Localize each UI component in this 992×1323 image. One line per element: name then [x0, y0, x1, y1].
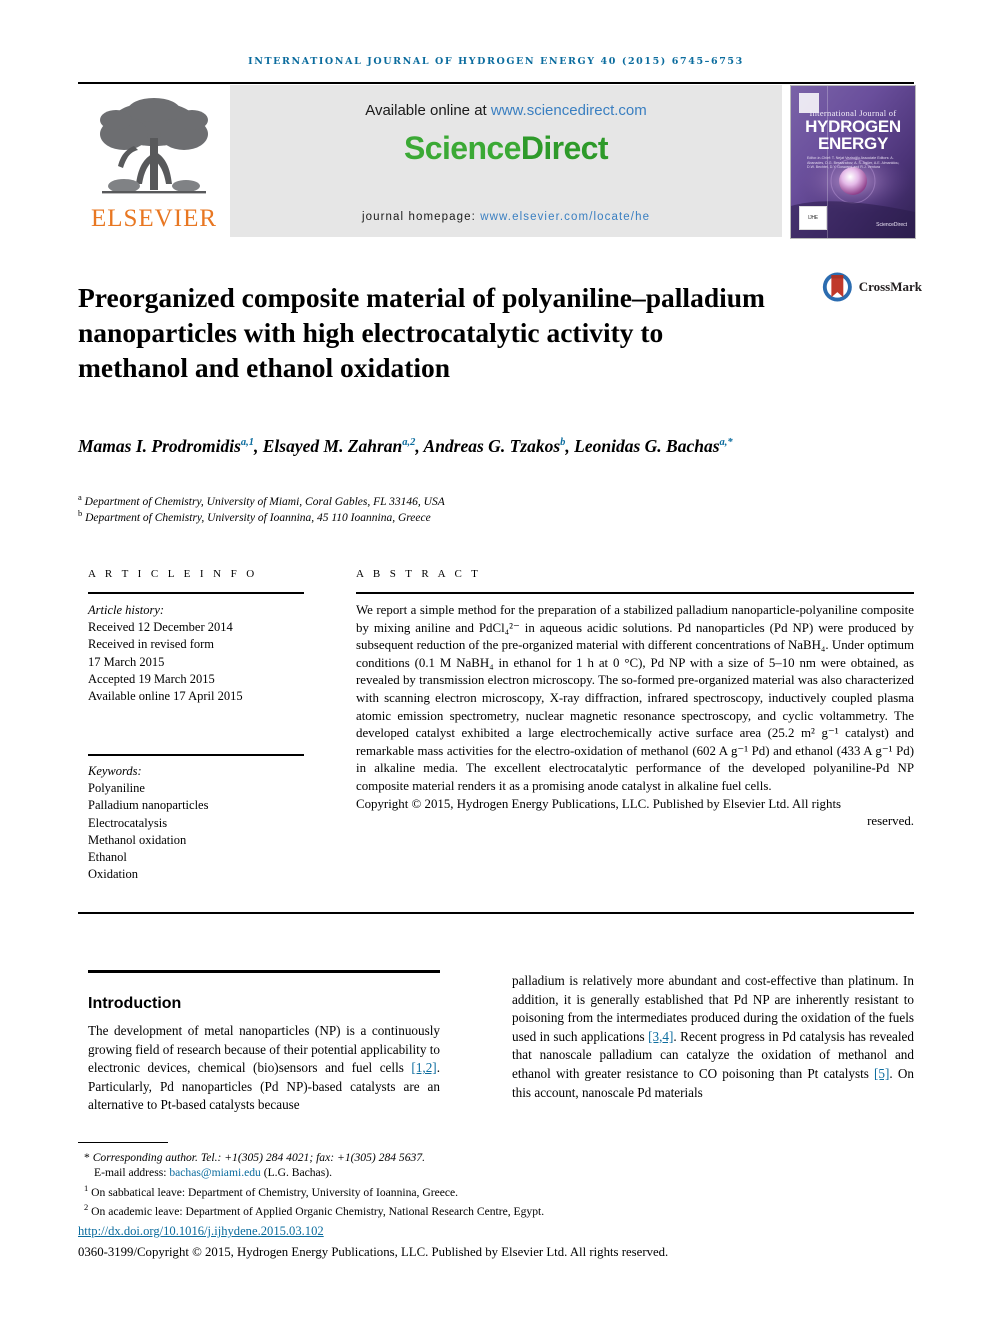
- abstract-heading: A B S T R A C T: [356, 568, 482, 580]
- author-3-name: Andreas G. Tzakos: [423, 435, 561, 456]
- issn-copyright-line: 0360-3199/Copyright © 2015, Hydrogen Ene…: [78, 1245, 669, 1259]
- crossmark-badge[interactable]: CrossMark: [822, 264, 922, 310]
- footnote-2-mark: 2: [84, 1202, 89, 1213]
- sciencedirect-logo[interactable]: ScienceDirect: [404, 130, 608, 167]
- affiliation-b: b Department of Chemistry, University of…: [78, 506, 768, 526]
- corresponding-author-text: Corresponding author. Tel.: +1(305) 284 …: [92, 1151, 426, 1164]
- journal-homepage-link[interactable]: www.elsevier.com/locate/he: [480, 211, 650, 223]
- section-rule: [88, 970, 440, 973]
- author-4: Leonidas G. Bachasa,*: [574, 436, 732, 456]
- available-online-label: Available online at: [365, 102, 491, 119]
- doi-link[interactable]: http://dx.doi.org/10.1016/j.ijhydene.201…: [78, 1224, 324, 1239]
- author-3-sep: ,: [565, 435, 575, 456]
- crossmark-label: CrossMark: [858, 279, 922, 294]
- elsevier-tree-icon: [100, 98, 208, 194]
- cover-title: HYDROGEN ENERGY: [791, 118, 915, 152]
- affiliation-a-mark: a: [78, 492, 82, 502]
- cover-line-energy: ENERGY: [818, 134, 888, 153]
- affiliation-b-text: Department of Chemistry, University of I…: [85, 511, 431, 524]
- footnote-2-text: On academic leave: Department of Applied…: [91, 1204, 545, 1218]
- cover-sciencedirect-mark: ScienceDirect: [876, 222, 907, 228]
- citation-ref-5[interactable]: [5]: [874, 1066, 889, 1081]
- keyword-item: Electrocatalysis: [88, 815, 168, 830]
- intro-column-left: The development of metal nanoparticles (…: [88, 1022, 440, 1115]
- author-2: Elsayed M. Zahrana,2,: [263, 436, 424, 456]
- author-1-sep: ,: [254, 435, 263, 456]
- abstract-copyright: Copyright © 2015, Hydrogen Energy Public…: [356, 796, 842, 811]
- footnote-note-1: 1 On sabbatical leave: Department of Che…: [78, 1181, 938, 1200]
- keywords-label: Keywords:: [88, 764, 142, 778]
- abstract-text: We report a simple method for the prepar…: [356, 603, 914, 793]
- footnote-1-text: On sabbatical leave: Department of Chemi…: [91, 1185, 459, 1199]
- page-title: Preorganized composite material of polya…: [78, 282, 765, 384]
- sciencedirect-band: Available online at www.sciencedirect.co…: [230, 85, 782, 237]
- keyword-item: Palladium nanoparticles: [88, 798, 209, 813]
- cover-ijhe-badge: IJHE: [799, 206, 827, 230]
- footnote-rule: [78, 1142, 168, 1144]
- header-rule: [78, 82, 914, 84]
- keyword-item: Ethanol: [88, 850, 127, 865]
- sciencedirect-logo-science: Science: [404, 130, 521, 166]
- paper-page: International Journal of Hydrogen Energy…: [0, 0, 992, 1323]
- footnotes-block: * Corresponding author. Tel.: +1(305) 28…: [78, 1150, 938, 1219]
- author-2-name: Elsayed M. Zahran: [262, 435, 403, 456]
- author-4-name: Leonidas G. Bachas: [574, 435, 720, 456]
- available-online-line: Available online at www.sciencedirect.co…: [365, 102, 647, 119]
- author-3: Andreas G. Tzakosb,: [424, 436, 575, 456]
- footnote-1-mark: 1: [84, 1182, 89, 1193]
- article-history: Article history: Received 12 December 20…: [88, 602, 308, 705]
- section-title-introduction: Introduction: [88, 995, 182, 1013]
- elsevier-logo: ELSEVIER: [78, 85, 230, 237]
- abstract-copyright-tail: reserved.: [867, 814, 914, 829]
- citation-ref-3-4[interactable]: [3,4]: [648, 1029, 673, 1044]
- footnote-email: E-mail address: bachas@miami.edu (L.G. B…: [78, 1165, 938, 1180]
- abstract-rule: [356, 592, 914, 594]
- article-history-item: Accepted 19 March 2015: [88, 671, 215, 686]
- journal-cover-thumbnail[interactable]: International Journal of HYDROGEN ENERGY…: [790, 85, 916, 239]
- intro-left-text-a: The development of metal nanoparticles (…: [88, 1023, 440, 1076]
- cover-editors: Editor-in-Chief: T. Nejat Veziroğlu Asso…: [807, 156, 900, 170]
- article-info-heading: A R T I C L E I N F O: [88, 568, 258, 580]
- author-1-marks: a,1: [240, 437, 254, 448]
- asterisk-icon: *: [84, 1151, 90, 1164]
- author-4-marks: a,*: [719, 437, 733, 448]
- abstract-bottom-rule: [78, 912, 914, 915]
- footnote-corresponding-author: * Corresponding author. Tel.: +1(305) 28…: [78, 1150, 938, 1165]
- email-suffix: (L.G. Bachas).: [260, 1166, 332, 1180]
- author-1-name: Mamas I. Prodromidis: [78, 435, 241, 456]
- elsevier-wordmark: ELSEVIER: [90, 205, 218, 232]
- journal-homepage-line: journal homepage: www.elsevier.com/locat…: [230, 211, 782, 223]
- running-head: International Journal of Hydrogen Energy…: [248, 56, 744, 67]
- keywords-list: Keywords: Polyaniline Palladium nanopart…: [88, 763, 308, 883]
- article-history-item: 17 March 2015: [88, 654, 165, 669]
- author-list: Mamas I. Prodromidisa,1, Elsayed M. Zahr…: [78, 430, 768, 459]
- article-history-item: Available online 17 April 2015: [88, 689, 243, 704]
- journal-homepage-label: journal homepage:: [361, 211, 481, 223]
- email-label: E-mail address:: [94, 1166, 170, 1180]
- keywords-rule: [88, 754, 304, 756]
- citation-ref-1-2[interactable]: [1,2]: [411, 1060, 436, 1075]
- abstract-body: We report a simple method for the prepar…: [356, 602, 914, 831]
- email-link[interactable]: bachas@miami.edu: [169, 1166, 260, 1179]
- author-1: Mamas I. Prodromidisa,1,: [78, 436, 263, 456]
- author-2-sep: ,: [415, 435, 424, 456]
- sciencedirect-logo-direct: Direct: [520, 130, 609, 166]
- author-2-marks: a,2: [402, 437, 416, 448]
- footnote-note-2: 2 On academic leave: Department of Appli…: [78, 1200, 938, 1219]
- article-info-rule: [88, 592, 304, 594]
- crossmark-icon: [822, 272, 852, 302]
- keyword-item: Methanol oxidation: [88, 832, 187, 847]
- keyword-item: Oxidation: [88, 867, 138, 882]
- keyword-item: Polyaniline: [88, 781, 145, 796]
- cover-line-hydrogen: HYDROGEN: [805, 117, 901, 136]
- article-history-item: Received in revised form: [88, 637, 214, 652]
- affiliation-b-mark: b: [78, 508, 83, 518]
- intro-column-right: palladium is relatively more abundant an…: [512, 972, 914, 1102]
- journal-masthead: ELSEVIER Available online at www.science…: [78, 85, 916, 239]
- article-history-item: Received 12 December 2014: [88, 620, 233, 635]
- article-history-label: Article history:: [88, 603, 165, 617]
- sciencedirect-link[interactable]: www.sciencedirect.com: [491, 102, 647, 119]
